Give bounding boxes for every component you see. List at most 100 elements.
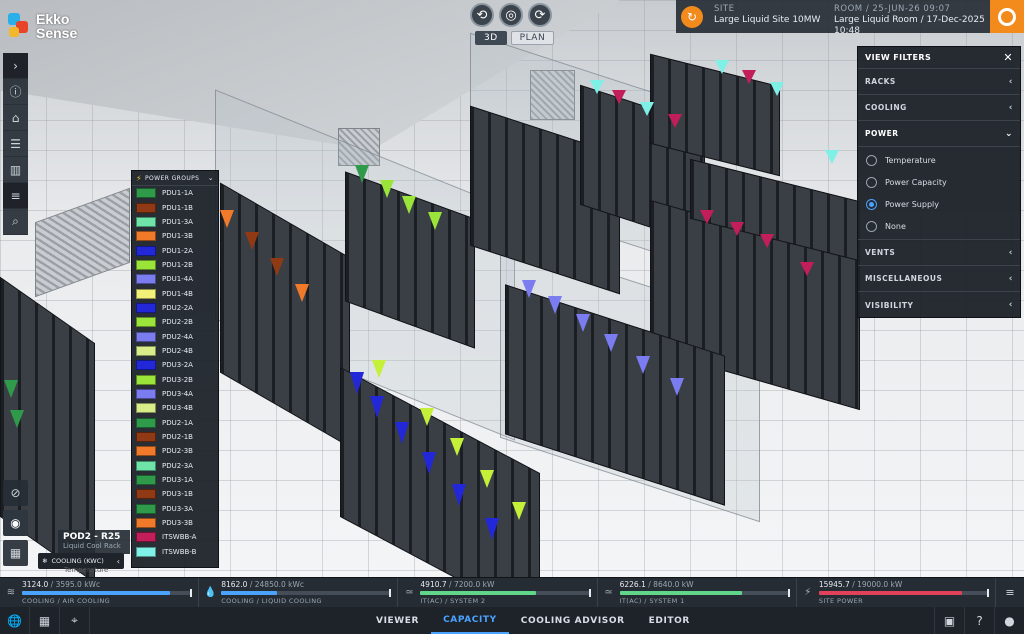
tab-cooling-advisor[interactable]: COOLING ADVISOR xyxy=(509,607,637,634)
airflow-cone xyxy=(825,150,839,164)
power-group-item[interactable]: PDU3-2B xyxy=(132,372,218,386)
power-group-item[interactable]: PDU3-4A xyxy=(132,387,218,401)
power-group-item[interactable]: PDU1-3B xyxy=(132,229,218,243)
power-option[interactable]: Power Capacity xyxy=(858,171,1020,193)
metric-liquid-cooling[interactable]: 💧 8162.0 / 24850.0 kWc COOLING / LIQUID … xyxy=(199,578,399,607)
power-group-item[interactable]: PDU3-3B xyxy=(132,516,218,530)
power-group-item[interactable]: PDU1-2B xyxy=(132,258,218,272)
power-group-item[interactable]: PDU1-3A xyxy=(132,215,218,229)
view-filters-header: VIEW FILTERS ✕ xyxy=(858,47,1020,69)
expand-panel-button[interactable]: › xyxy=(3,53,28,79)
globe-button[interactable]: 🌐 xyxy=(0,607,30,634)
location-button[interactable]: ⌖ xyxy=(60,607,90,634)
filter-section-visibility[interactable]: VISIBILITY ‹ xyxy=(858,292,1020,318)
power-group-item[interactable]: PDU2-4A xyxy=(132,329,218,343)
adjust-button[interactable]: ☰ xyxy=(3,131,28,157)
power-group-swatch xyxy=(136,216,156,227)
visibility-button[interactable]: ◉ xyxy=(3,510,28,536)
metric-label: SITE POWER xyxy=(818,597,864,605)
nav-right-tools: ▣ ? ● xyxy=(934,607,1024,634)
power-group-item[interactable]: PDU2-1A xyxy=(132,416,218,430)
info-button[interactable]: ⓘ xyxy=(3,79,28,105)
power-group-item[interactable]: PDU1-4B xyxy=(132,286,218,300)
metric-max: 3595.0 kWc xyxy=(55,580,101,589)
tab-editor[interactable]: EDITOR xyxy=(637,607,702,634)
power-group-item[interactable]: PDU2-3B xyxy=(132,444,218,458)
radio-button[interactable] xyxy=(866,154,877,166)
power-group-item[interactable]: PDU1-1A xyxy=(132,186,218,200)
power-group-item[interactable]: PDU2-2A xyxy=(132,301,218,315)
view-filters-panel: VIEW FILTERS ✕ RACKS ‹ COOLING ‹ POWER ⌄ Te… xyxy=(857,46,1021,318)
power-group-item[interactable]: PDU3-4B xyxy=(132,401,218,415)
metric-site-power[interactable]: ⚡ 15945.7 / 19000.0 kW SITE POWER xyxy=(797,578,997,607)
filter-section-miscellaneous[interactable]: MISCELLANEOUS ‹ xyxy=(858,266,1020,292)
radio-button[interactable] xyxy=(866,220,877,232)
power-option[interactable]: Temperature xyxy=(858,149,1020,171)
filter-section-vents[interactable]: VENTS ‹ xyxy=(858,240,1020,266)
help-button[interactable]: ? xyxy=(964,607,994,634)
metric-it-system-2[interactable]: ≃ 4910.7 / 7200.0 kW IT(AC) / SYSTEM 2 xyxy=(398,578,598,607)
radio-button[interactable] xyxy=(866,198,877,210)
refresh-button[interactable]: ↻ xyxy=(676,0,708,33)
power-group-item[interactable]: PDU1-1B xyxy=(132,200,218,214)
power-group-item[interactable]: PDU1-4A xyxy=(132,272,218,286)
power-group-item[interactable]: PDU2-3A xyxy=(132,459,218,473)
metric-it-system-1[interactable]: ≃ 6226.1 / 8640.0 kW IT(AC) / SYSTEM 1 xyxy=(598,578,797,607)
airflow-cone xyxy=(590,80,604,94)
metric-progress xyxy=(221,589,392,597)
power-option-label: Power Supply xyxy=(885,199,939,209)
image-button[interactable]: ▣ xyxy=(934,607,964,634)
view-3d-button[interactable]: 3D xyxy=(475,31,507,45)
user-button[interactable]: ● xyxy=(994,607,1024,634)
power-group-item[interactable]: PDU3-2A xyxy=(132,358,218,372)
rotate-right-icon[interactable]: ⟳ xyxy=(528,3,552,27)
filters-button[interactable]: ≡ xyxy=(3,183,28,209)
power-group-swatch xyxy=(136,245,156,256)
power-group-item[interactable]: PDU3-1A xyxy=(132,473,218,487)
site-info[interactable]: SITE Large Liquid Site 10MW xyxy=(708,0,828,33)
grid-button[interactable]: ▦ xyxy=(3,540,28,566)
power-option[interactable]: None xyxy=(858,215,1020,237)
tab-viewer[interactable]: VIEWER xyxy=(364,607,431,634)
power-group-item[interactable]: PDU2-1B xyxy=(132,430,218,444)
filter-section-power[interactable]: POWER ⌄ xyxy=(858,121,1020,147)
tags-button[interactable]: ⌂ xyxy=(3,105,28,131)
rotate-left-icon[interactable]: ⟲ xyxy=(470,3,494,27)
power-groups-header[interactable]: ⚡ POWER GROUPS ⌄ xyxy=(132,171,218,186)
ekko-app-icon xyxy=(998,7,1016,26)
power-group-item[interactable]: PDU2-2B xyxy=(132,315,218,329)
power-groups-title: POWER GROUPS xyxy=(145,174,200,182)
building-button[interactable]: ▦ xyxy=(30,607,60,634)
charts-button[interactable]: ▥ xyxy=(3,157,28,183)
power-group-item[interactable]: PDU3-3A xyxy=(132,502,218,516)
view-plan-button[interactable]: PLAN xyxy=(510,31,555,45)
power-group-item[interactable]: PDU1-2A xyxy=(132,243,218,257)
section-label: RACKS xyxy=(865,77,896,86)
metrics-filter-button[interactable]: ≡ xyxy=(996,578,1024,607)
filter-section-racks[interactable]: RACKS ‹ xyxy=(858,69,1020,95)
power-group-label: PDU3-1B xyxy=(162,490,193,499)
search-button[interactable]: ⌕ xyxy=(3,209,28,235)
recenter-icon[interactable]: ◎ xyxy=(499,3,523,27)
filter-section-cooling[interactable]: COOLING ‹ xyxy=(858,95,1020,121)
airflow-cone xyxy=(512,502,526,520)
airflow-cone xyxy=(715,60,729,74)
room-info[interactable]: ROOM / 25-JUN-26 09:07 Large Liquid Room… xyxy=(828,0,998,36)
radio-button[interactable] xyxy=(866,176,877,188)
chevron-left-icon: ‹ xyxy=(1008,273,1013,284)
power-group-item[interactable]: ITSWBB-B xyxy=(132,545,218,559)
power-option[interactable]: Power Supply xyxy=(858,193,1020,215)
filter-icon: ≡ xyxy=(1005,586,1015,599)
power-group-swatch xyxy=(136,288,156,299)
hide-layer-button[interactable]: ⊘ xyxy=(3,480,28,506)
section-label: POWER xyxy=(865,129,899,138)
power-group-label: PDU2-1B xyxy=(162,433,193,442)
power-group-item[interactable]: PDU3-1B xyxy=(132,487,218,501)
power-group-item[interactable]: ITSWBB-A xyxy=(132,530,218,544)
lightning-icon: ⚡ xyxy=(136,173,143,183)
ekko-app-button[interactable] xyxy=(990,0,1024,33)
power-group-item[interactable]: PDU2-4B xyxy=(132,344,218,358)
metric-air-cooling[interactable]: ≋ 3124.0 / 3595.0 kWc COOLING / AIR COOL… xyxy=(0,578,200,607)
close-icon[interactable]: ✕ xyxy=(1003,51,1013,64)
tab-capacity[interactable]: CAPACITY xyxy=(431,607,509,634)
